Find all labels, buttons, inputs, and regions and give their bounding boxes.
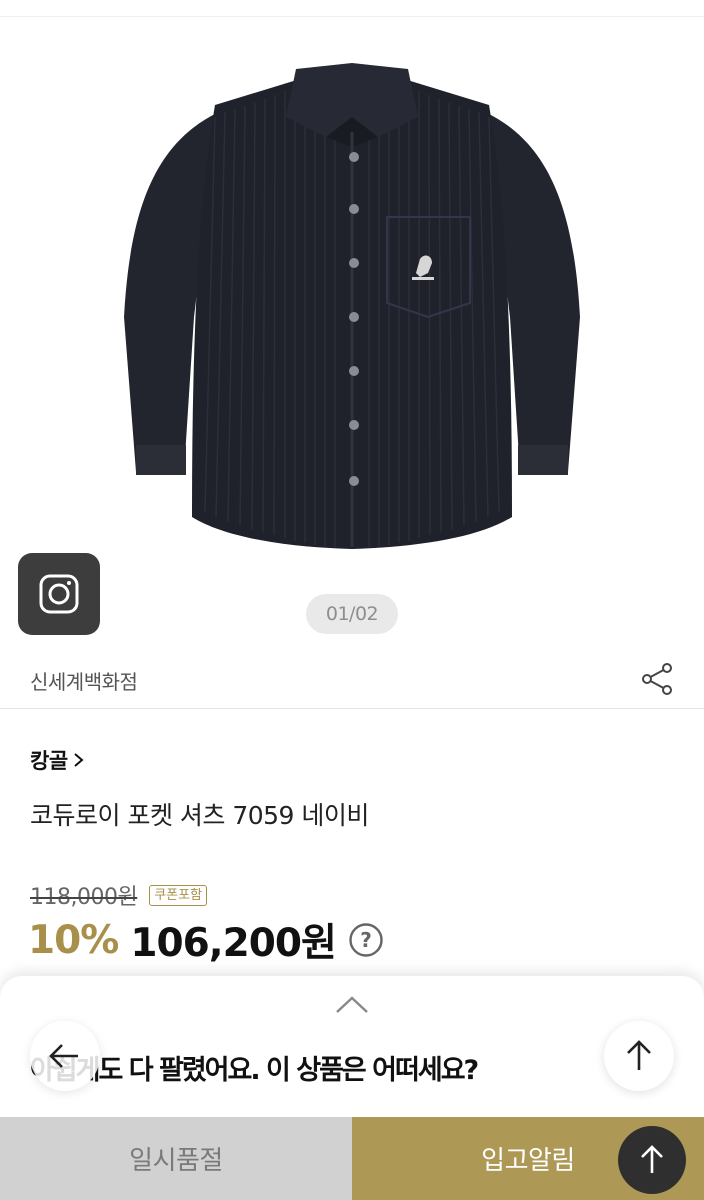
- product-title: 코듀로이 포켓 셔츠 7059 네이비: [30, 801, 369, 830]
- original-price: 118,000원: [30, 885, 138, 910]
- recommendation-sheet: 아쉽게도 다 팔렸어요. 이 상품은 어떠세요?: [0, 976, 704, 1126]
- price-row: 10% 106,200원 ?: [28, 912, 384, 968]
- sold-out-button[interactable]: 일시품절: [0, 1117, 352, 1200]
- sale-price: 106,200원: [130, 921, 337, 966]
- question-icon[interactable]: ?: [348, 922, 384, 958]
- scroll-top-floating-button[interactable]: [618, 1126, 686, 1194]
- discount-rate: 10%: [28, 917, 119, 963]
- back-button[interactable]: [30, 1021, 100, 1091]
- share-icon[interactable]: [640, 662, 674, 696]
- svg-text:?: ?: [360, 928, 372, 952]
- bottom-action-bar: 일시품절 입고알림: [0, 1117, 704, 1200]
- arrow-up-icon: [627, 1040, 651, 1070]
- gallery-page-indicator: 01/02: [306, 594, 398, 634]
- arrow-up-icon: [641, 1145, 663, 1173]
- chevron-right-icon: [73, 753, 84, 767]
- coupon-badge: 쿠폰포함: [149, 884, 208, 906]
- store-name[interactable]: 신세계백화점: [30, 666, 138, 695]
- product-image[interactable]: [0, 17, 704, 647]
- instagram-icon: [39, 574, 79, 614]
- arrow-left-icon: [49, 1044, 78, 1068]
- chevron-up-icon[interactable]: [334, 994, 370, 1016]
- brand-link[interactable]: 캉골: [30, 745, 86, 775]
- original-price-row: 118,000원 쿠폰포함: [30, 879, 208, 911]
- top-bar: [0, 0, 704, 17]
- brand-name: 캉골: [30, 749, 68, 773]
- store-row: 신세계백화점: [0, 650, 704, 709]
- scroll-top-button[interactable]: [604, 1021, 674, 1091]
- instagram-button[interactable]: [18, 553, 100, 635]
